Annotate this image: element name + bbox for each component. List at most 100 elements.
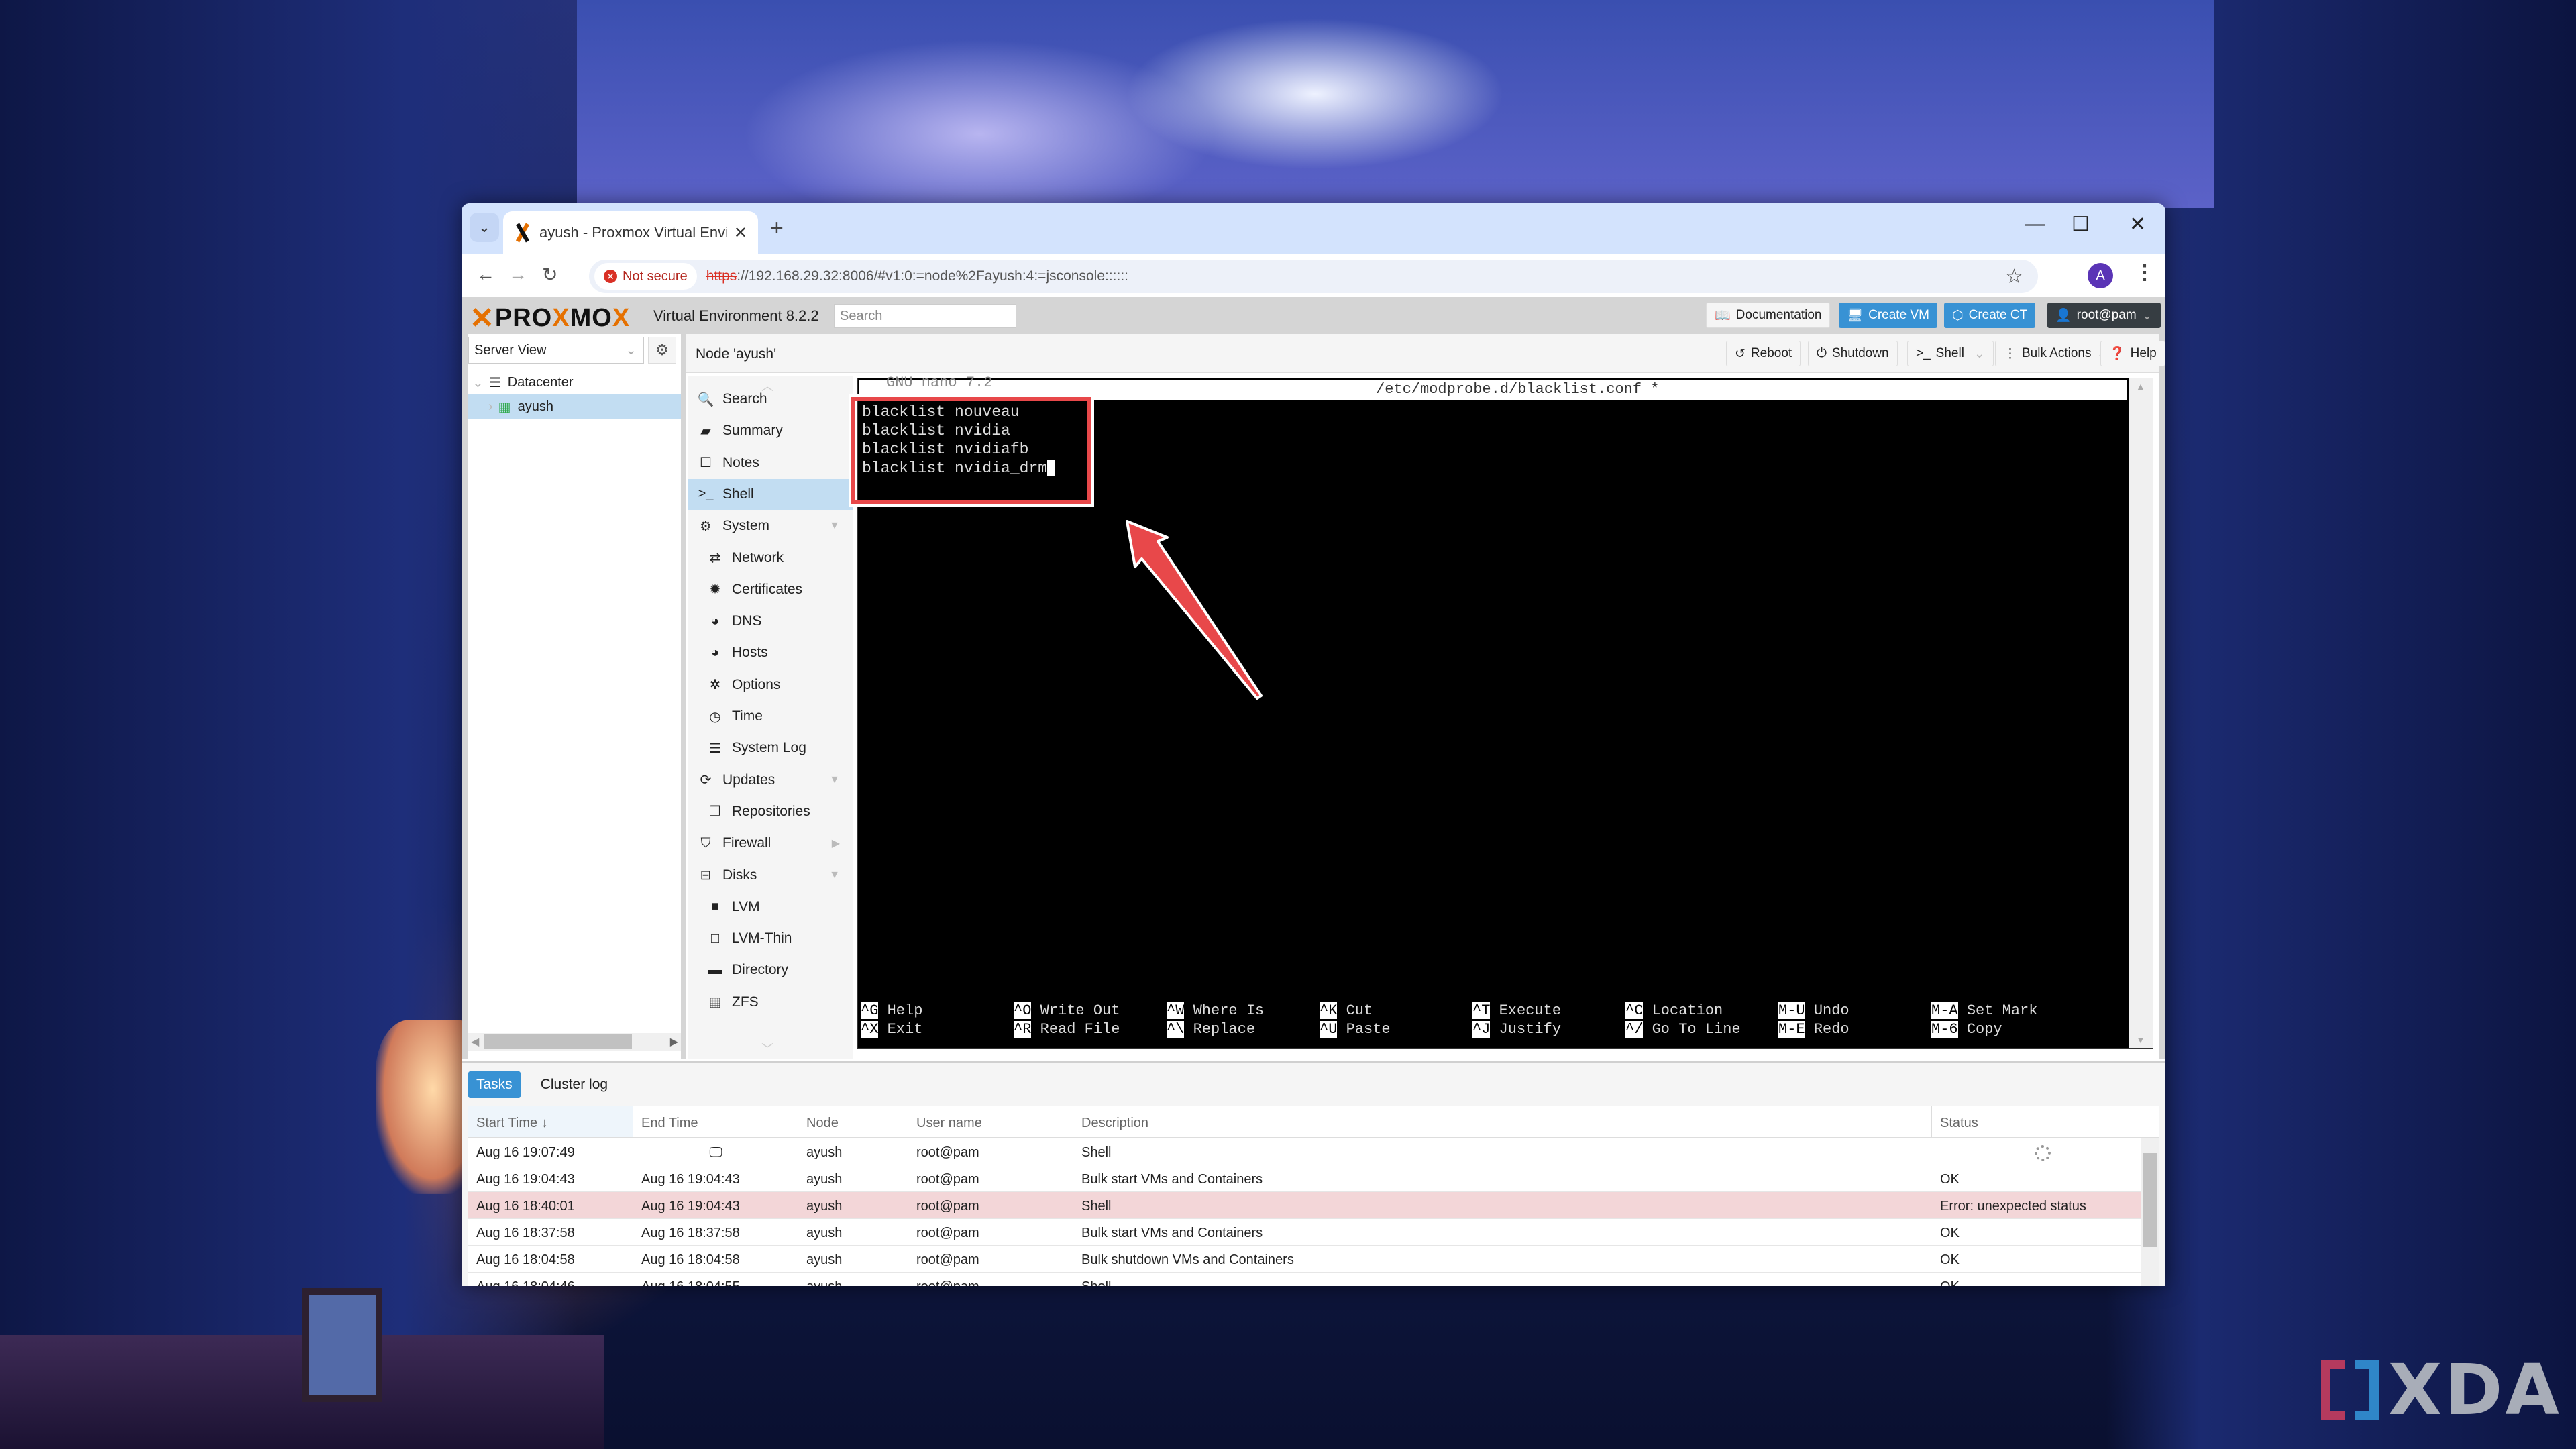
- tree-item-node-ayush[interactable]: › ▦ ayush: [468, 394, 681, 419]
- scroll-up-icon: ▲: [2136, 381, 2145, 392]
- menu-item-system[interactable]: ⚙ System ▼: [688, 511, 853, 541]
- column-status[interactable]: Status: [1932, 1106, 2153, 1137]
- chevron-down-icon: ⌄: [2141, 308, 2153, 323]
- nano-shortcut: M-A Set Mark: [1931, 1002, 2037, 1019]
- menu-item-repositories[interactable]: ❐ Repositories: [688, 796, 853, 827]
- tab-cluster-log[interactable]: Cluster log: [533, 1071, 616, 1098]
- terminal-console[interactable]: GNU nano 7.2 /etc/modprobe.d/blacklist.c…: [849, 374, 2153, 1049]
- tree-item-datacenter[interactable]: ⌄ ☰ Datacenter: [468, 370, 681, 394]
- global-search-input[interactable]: Search: [834, 304, 1016, 328]
- task-cell-user: root@pam: [916, 1145, 979, 1160]
- profile-avatar[interactable]: A: [2088, 263, 2113, 288]
- task-log-panel: Tasks Cluster log Start Time ↓ End Time …: [462, 1061, 2165, 1286]
- caret-down-icon[interactable]: ▼: [829, 869, 840, 881]
- task-row[interactable]: Aug 16 18:04:46Aug 16 18:04:55ayushroot@…: [468, 1273, 2159, 1286]
- xda-bracket-left-icon: [2321, 1360, 2345, 1420]
- cube-icon: ⬡: [1952, 308, 1964, 323]
- grid-scrollbar[interactable]: [2141, 1138, 2159, 1286]
- create-ct-button[interactable]: ⬡ Create CT: [1944, 303, 2036, 328]
- tab-tasks[interactable]: Tasks: [468, 1071, 521, 1098]
- close-tab-icon[interactable]: ✕: [734, 223, 747, 243]
- menu-item-options[interactable]: ✲ Options: [688, 669, 853, 700]
- profile-initial: A: [2096, 268, 2105, 283]
- task-row[interactable]: Aug 16 18:04:58 Aug 16 18:04:58 ayush root@…: [468, 1246, 2159, 1273]
- menu-item-search[interactable]: 🔍 Search: [688, 384, 853, 415]
- shortcut-key: M-A: [1931, 1002, 1958, 1019]
- shell-label: Shell: [1935, 346, 1964, 360]
- back-button[interactable]: ←: [476, 264, 495, 285]
- menu-item-lvm[interactable]: ■ LVM: [688, 892, 853, 922]
- shutdown-button[interactable]: ⏻ Shutdown: [1808, 341, 1898, 366]
- menu-item-network[interactable]: ⇄ Network: [688, 543, 853, 574]
- create-vm-button[interactable]: 🖥 Create VM: [1839, 303, 1937, 328]
- menu-item-time[interactable]: ◷ Time: [688, 701, 853, 732]
- task-cell-end: Aug 16 18:04:55: [633, 1273, 798, 1286]
- column-start-time[interactable]: Start Time ↓: [468, 1106, 633, 1137]
- close-window-button[interactable]: ✕: [2129, 213, 2146, 236]
- proxmox-logo: ✕ PRO X MO X: [470, 301, 630, 335]
- documentation-button[interactable]: 📖 Documentation: [1706, 303, 1831, 328]
- column-user-name[interactable]: User name: [908, 1106, 1073, 1137]
- task-row[interactable]: Aug 16 18:40:01 Aug 16 19:04:43 ayush root@…: [468, 1192, 2159, 1219]
- create-ct-label: Create CT: [1968, 308, 2028, 322]
- tree-settings-gear-icon[interactable]: ⚙: [648, 337, 676, 364]
- menu-item-directory[interactable]: ▬ Directory: [688, 955, 853, 985]
- bulk-actions-label: Bulk Actions: [2022, 346, 2092, 360]
- menu-item-firewall[interactable]: ⛉ Firewall ▶: [688, 828, 853, 859]
- create-vm-label: Create VM: [1868, 308, 1929, 322]
- column-description[interactable]: Description: [1073, 1106, 1932, 1137]
- view-selector[interactable]: Server View ⌄: [468, 337, 644, 364]
- caret-down-icon[interactable]: ▼: [829, 520, 840, 532]
- new-tab-button[interactable]: +: [770, 215, 784, 241]
- terminal-icon: >_: [1916, 346, 1931, 360]
- browser-tab[interactable]: ayush - Proxmox Virtual Environment ✕: [503, 211, 758, 254]
- terminal-scrollbar[interactable]: ▲ ▼: [2129, 378, 2153, 1048]
- bookmark-star-icon[interactable]: ☆: [2005, 265, 2023, 288]
- url-input[interactable]: ✕ Not secure https://192.168.29.32:8006/…: [589, 260, 2038, 293]
- minimize-button[interactable]: —: [2025, 213, 2045, 235]
- menu-item-summary[interactable]: ▰ Summary: [688, 415, 853, 446]
- scrollbar-thumb[interactable]: [484, 1034, 632, 1049]
- shell-button[interactable]: >_ Shell ⌄: [1907, 341, 1994, 366]
- menu-item-shell[interactable]: >_ Shell: [688, 478, 853, 510]
- menu-item-updates[interactable]: ⟳ Updates ▼: [688, 765, 853, 796]
- bulk-actions-button[interactable]: ⋮Bulk Actions⌄: [1995, 341, 2116, 366]
- user-menu-button[interactable]: 👤 root@pam ⌄: [2047, 303, 2161, 328]
- caret-right-icon[interactable]: ▶: [832, 837, 840, 850]
- task-row[interactable]: Aug 16 18:37:58 Aug 16 18:37:58 ayush root@…: [468, 1219, 2159, 1246]
- menu-item-disks[interactable]: ⊟ Disks ▼: [688, 860, 853, 891]
- column-end-time[interactable]: End Time: [633, 1106, 798, 1137]
- security-label: Not secure: [623, 268, 688, 284]
- column-node[interactable]: Node: [798, 1106, 908, 1137]
- tree-horizontal-scrollbar[interactable]: ◀ ▶: [468, 1033, 681, 1051]
- menu-item-lvm-thin[interactable]: □ LVM-Thin: [688, 923, 853, 954]
- caret-down-icon[interactable]: ▼: [829, 774, 840, 786]
- scroll-down-icon[interactable]: ﹀: [761, 1040, 773, 1057]
- forward-button[interactable]: →: [508, 264, 527, 285]
- task-cell-node: ayush: [806, 1226, 843, 1240]
- menu-item-notes[interactable]: ☐ Notes: [688, 447, 853, 478]
- menu-item-label: DNS: [732, 613, 762, 629]
- scroll-down-icon: ▼: [2136, 1034, 2145, 1045]
- browser-menu-icon[interactable]: ⋮: [2135, 261, 2155, 284]
- menu-item-certificates[interactable]: ✹ Certificates: [688, 574, 853, 605]
- tab-search-button[interactable]: ⌄: [470, 213, 499, 242]
- help-button[interactable]: ❓ Help: [2100, 341, 2165, 366]
- security-chip[interactable]: ✕ Not secure: [594, 263, 697, 290]
- question-circle-icon: ❓: [2109, 347, 2125, 361]
- menu-item-system-log[interactable]: ☰ System Log: [688, 733, 853, 763]
- menu-item-hosts[interactable]: ◕ Hosts: [688, 637, 853, 668]
- menu-item-dns[interactable]: ◕ DNS: [688, 606, 853, 637]
- task-cell-end: Aug 16 18:37:58: [641, 1226, 740, 1240]
- nano-filename: /etc/modprobe.d/blacklist.conf *: [1376, 381, 1660, 398]
- task-row[interactable]: Aug 16 19:07:49 🖵 ayush root@pam Shell: [468, 1138, 2159, 1165]
- menu-item-zfs[interactable]: ▦ ZFS: [688, 987, 853, 1018]
- shortcut-key: ^J: [1472, 1021, 1491, 1038]
- scrollbar-thumb[interactable]: [2143, 1153, 2157, 1247]
- reboot-button[interactable]: ↺ Reboot: [1726, 341, 1801, 366]
- task-row[interactable]: Aug 16 19:04:43 Aug 16 19:04:43 ayush root@…: [468, 1165, 2159, 1192]
- resource-tree: ⌄ ☰ Datacenter › ▦ ayush: [468, 370, 681, 419]
- list-icon: ☰: [709, 741, 721, 756]
- maximize-button[interactable]: ☐: [2072, 213, 2090, 236]
- reload-button[interactable]: ↻: [542, 264, 557, 286]
